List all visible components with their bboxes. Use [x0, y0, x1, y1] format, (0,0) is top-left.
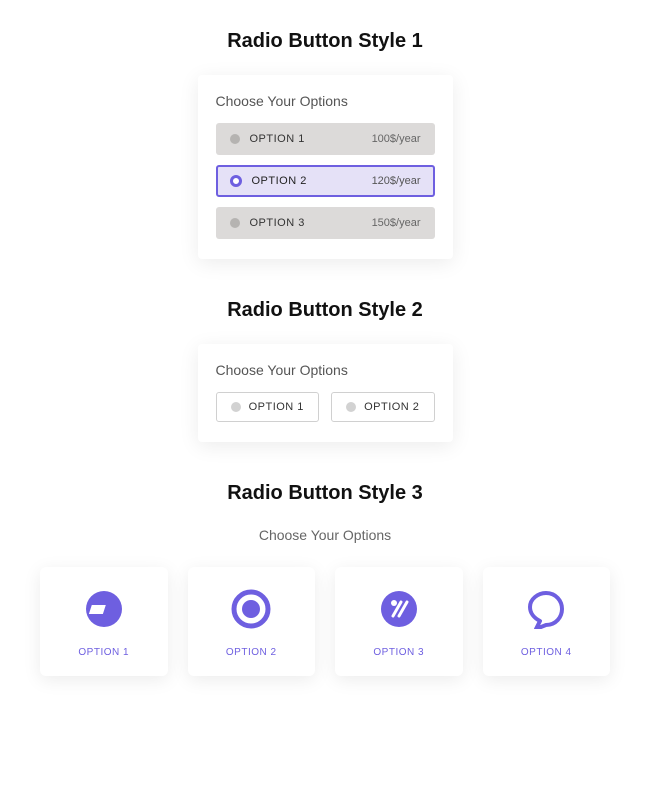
option-label: OPTION 1 — [250, 133, 305, 145]
circle-swirl-icon — [231, 589, 271, 629]
style1-card: Choose Your Options OPTION 1 100$/year O… — [198, 75, 453, 259]
option-price: 100$/year — [372, 133, 421, 145]
card-subtitle: Choose Your Options — [40, 527, 610, 543]
section-style-3: Radio Button Style 3 Choose Your Options… — [40, 482, 610, 676]
section-style-2: Radio Button Style 2 Choose Your Options… — [40, 299, 610, 442]
radio-tile-1[interactable]: OPTION 1 — [40, 567, 168, 676]
option-label: OPTION 2 — [364, 401, 419, 413]
option-label: OPTION 1 — [48, 647, 160, 658]
radio-icon — [230, 218, 240, 228]
section-title: Radio Button Style 2 — [40, 299, 610, 322]
radio-option-3[interactable]: OPTION 3 150$/year — [216, 207, 435, 239]
section-title: Radio Button Style 1 — [40, 30, 610, 53]
radio-icon — [346, 402, 356, 412]
section-title: Radio Button Style 3 — [40, 482, 610, 505]
option-label: OPTION 2 — [196, 647, 308, 658]
radio-option-1[interactable]: OPTION 1 — [216, 392, 320, 422]
option-label: OPTION 2 — [252, 175, 307, 187]
comment-loop-icon — [526, 589, 566, 629]
radio-tile-2[interactable]: OPTION 2 — [188, 567, 316, 676]
diamond-icon — [84, 589, 124, 629]
option-label: OPTION 4 — [491, 647, 603, 658]
option-label: OPTION 3 — [343, 647, 455, 658]
option-price: 120$/year — [372, 175, 421, 187]
radio-tile-3[interactable]: OPTION 3 — [335, 567, 463, 676]
card-subtitle: Choose Your Options — [216, 93, 435, 109]
radio-tile-4[interactable]: OPTION 4 — [483, 567, 611, 676]
card-subtitle: Choose Your Options — [216, 362, 435, 378]
radio-selected-icon — [230, 175, 242, 187]
option-label: OPTION 3 — [250, 217, 305, 229]
radio-option-2[interactable]: OPTION 2 120$/year — [216, 165, 435, 197]
tools-icon — [379, 589, 419, 629]
radio-icon — [230, 134, 240, 144]
radio-icon — [231, 402, 241, 412]
radio-option-2[interactable]: OPTION 2 — [331, 392, 435, 422]
radio-option-1[interactable]: OPTION 1 100$/year — [216, 123, 435, 155]
section-style-1: Radio Button Style 1 Choose Your Options… — [40, 30, 610, 259]
option-price: 150$/year — [372, 217, 421, 229]
style2-card: Choose Your Options OPTION 1 OPTION 2 — [198, 344, 453, 442]
option-label: OPTION 1 — [249, 401, 304, 413]
